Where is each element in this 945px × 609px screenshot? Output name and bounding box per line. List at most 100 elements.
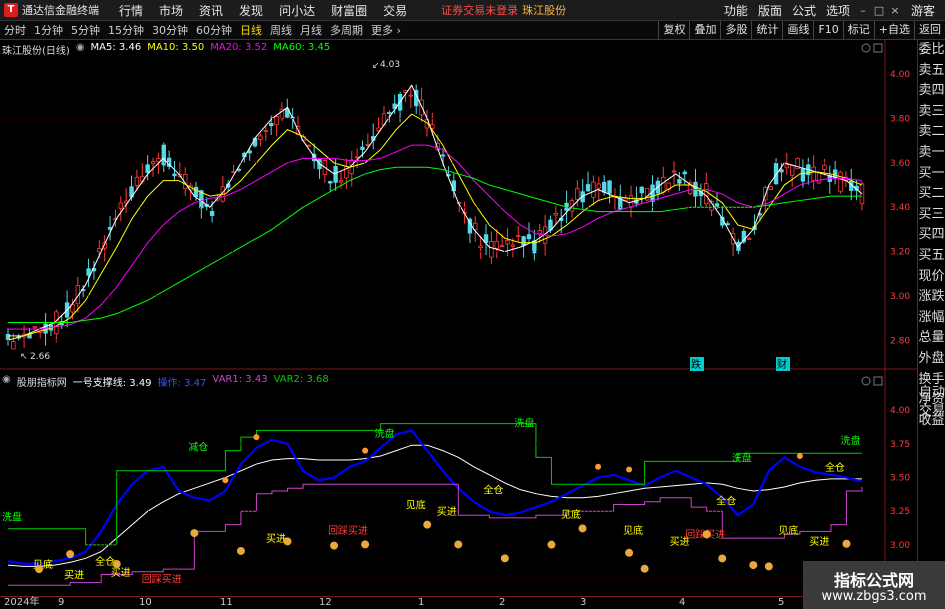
right-panel-item[interactable]: 委比	[918, 40, 945, 61]
signal-label: 回踩买进	[142, 574, 182, 586]
menu-zixun[interactable]: 资讯	[191, 2, 231, 19]
legend-circle-icon[interactable]: ◉	[76, 42, 85, 57]
menu-wenxiaoda[interactable]: 问小达	[271, 2, 323, 19]
right-panel-item[interactable]: 卖五	[918, 61, 945, 82]
trade-login-warning[interactable]: 证券交易未登录	[441, 2, 518, 18]
ma60-value: MA60: 3.45	[273, 42, 331, 53]
tool-zixuan[interactable]: +自选	[873, 21, 914, 40]
candle-body	[209, 211, 215, 216]
signal-label: 买进	[266, 533, 286, 545]
candle-body	[671, 170, 677, 173]
signal-label: 买进	[64, 570, 84, 582]
right-panel-item[interactable]: 现价	[918, 267, 945, 288]
guest-user[interactable]: 游客	[903, 2, 945, 19]
menu-faxian[interactable]: 发现	[231, 2, 271, 19]
money-bag-icon	[749, 561, 758, 570]
tool-duogu[interactable]: 多股	[720, 21, 751, 40]
candle-body	[591, 181, 596, 198]
money-bag-icon	[764, 562, 773, 571]
time-tick: 12	[319, 597, 332, 608]
time-tick: 9	[58, 597, 65, 608]
tool-diejia[interactable]: 叠加	[689, 21, 720, 40]
right-panel-item[interactable]: 涨幅	[918, 308, 945, 329]
candle-body	[338, 180, 344, 183]
signal-label: 买进	[809, 536, 829, 548]
time-tick: 1	[418, 597, 425, 608]
right-panel-item[interactable]: 涨跌	[918, 287, 945, 308]
candle-body	[521, 236, 526, 246]
tf-weekly[interactable]: 周线	[266, 22, 296, 38]
var1-value: VAR1: 3.43	[212, 374, 268, 385]
indicator-circle-icon[interactable]: ◉	[2, 374, 11, 389]
menu-jiaoyi[interactable]: 交易	[375, 2, 415, 19]
minimize-icon[interactable]: –	[855, 4, 871, 17]
tool-huaxian[interactable]: 画线	[782, 21, 813, 40]
tool-f10[interactable]: F10	[813, 21, 842, 40]
right-panel-item[interactable]: 买二	[918, 184, 945, 205]
person-icon	[626, 466, 633, 473]
menu-banmian[interactable]: 版面	[753, 2, 787, 19]
tf-1min[interactable]: 1分钟	[30, 22, 67, 38]
right-panel-item[interactable]: 买五	[918, 246, 945, 267]
money-bag-icon	[35, 565, 44, 574]
right-panel-item[interactable]: 卖四	[918, 81, 945, 102]
time-tick: 4	[679, 597, 686, 608]
menu-gongneng[interactable]: 功能	[719, 2, 753, 19]
candle-body	[145, 164, 150, 174]
sub-settings-icon[interactable]	[861, 376, 871, 386]
tf-multi[interactable]: 多周期	[326, 22, 367, 38]
tf-monthly[interactable]: 月线	[296, 22, 326, 38]
right-panel-item[interactable]: 卖三	[918, 102, 945, 123]
candle-body	[11, 341, 16, 350]
tool-biaoji[interactable]: 标记	[842, 21, 874, 40]
tf-5min[interactable]: 5分钟	[67, 22, 104, 38]
menu-gongshi[interactable]: 公式	[787, 2, 821, 19]
right-panel-item[interactable]: 外盘	[918, 349, 945, 370]
right-panel-item[interactable]: 卖二	[918, 122, 945, 143]
tool-fanhui[interactable]: 返回	[914, 21, 945, 40]
chart-settings-icon[interactable]	[861, 43, 871, 53]
person-icon	[362, 447, 369, 454]
tool-fuquan[interactable]: 复权	[658, 21, 689, 40]
candle-body	[682, 171, 687, 175]
auto-trade[interactable]: 自动 交易	[918, 383, 945, 421]
candle-body	[478, 245, 483, 249]
chart-maximize-icon[interactable]	[873, 43, 883, 53]
tool-tongji[interactable]: 统计	[751, 21, 782, 40]
period-toolbar: 分时 1分钟 5分钟 15分钟 30分钟 60分钟 日线 周线 月线 多周期 更…	[0, 21, 945, 40]
money-bag-icon	[236, 546, 245, 555]
kline-chart[interactable]: 4.00 3.80 3.60 3.40 3.20 3.00 2.80 4.00 3.75 3.5…	[0, 40, 917, 596]
candle-body	[585, 184, 591, 192]
money-bag-icon	[361, 540, 370, 549]
right-panel-item[interactable]: 买一	[918, 164, 945, 185]
menu-caifuquan[interactable]: 财富圈	[323, 2, 375, 19]
line2-value: 操作: 3.47	[157, 378, 207, 389]
maximize-icon[interactable]: □	[871, 4, 887, 17]
right-panel-item[interactable]: 卖一	[918, 143, 945, 164]
right-panel-item[interactable]: 买四	[918, 225, 945, 246]
signal-label: 减仓	[188, 441, 208, 454]
high-marker-arrow: ↙	[372, 61, 380, 71]
tf-more[interactable]: 更多 ›	[367, 22, 405, 38]
menu-shichang[interactable]: 市场	[151, 2, 191, 19]
candle-body	[596, 183, 602, 189]
person-icon	[222, 477, 229, 484]
menu-xuanxiang[interactable]: 选项	[821, 2, 855, 19]
candle-body	[489, 241, 494, 258]
signal-label: 全仓	[716, 494, 736, 507]
tf-15min[interactable]: 15分钟	[104, 22, 148, 38]
right-panel-item[interactable]: 总量	[918, 328, 945, 349]
tf-60min[interactable]: 60分钟	[192, 22, 236, 38]
menu-hangqing[interactable]: 行情	[111, 2, 151, 19]
tf-daily[interactable]: 日线	[236, 22, 266, 38]
signal-label: 洗盘	[2, 511, 22, 524]
close-icon[interactable]: ×	[887, 4, 903, 17]
candle-body	[333, 166, 338, 183]
sub-maximize-icon[interactable]	[873, 376, 883, 386]
candle-body	[607, 180, 612, 194]
tf-30min[interactable]: 30分钟	[148, 22, 192, 38]
candle-body	[505, 240, 510, 245]
candle-body	[172, 173, 177, 177]
tf-fenshi[interactable]: 分时	[0, 22, 30, 38]
right-panel-item[interactable]: 买三	[918, 205, 945, 226]
